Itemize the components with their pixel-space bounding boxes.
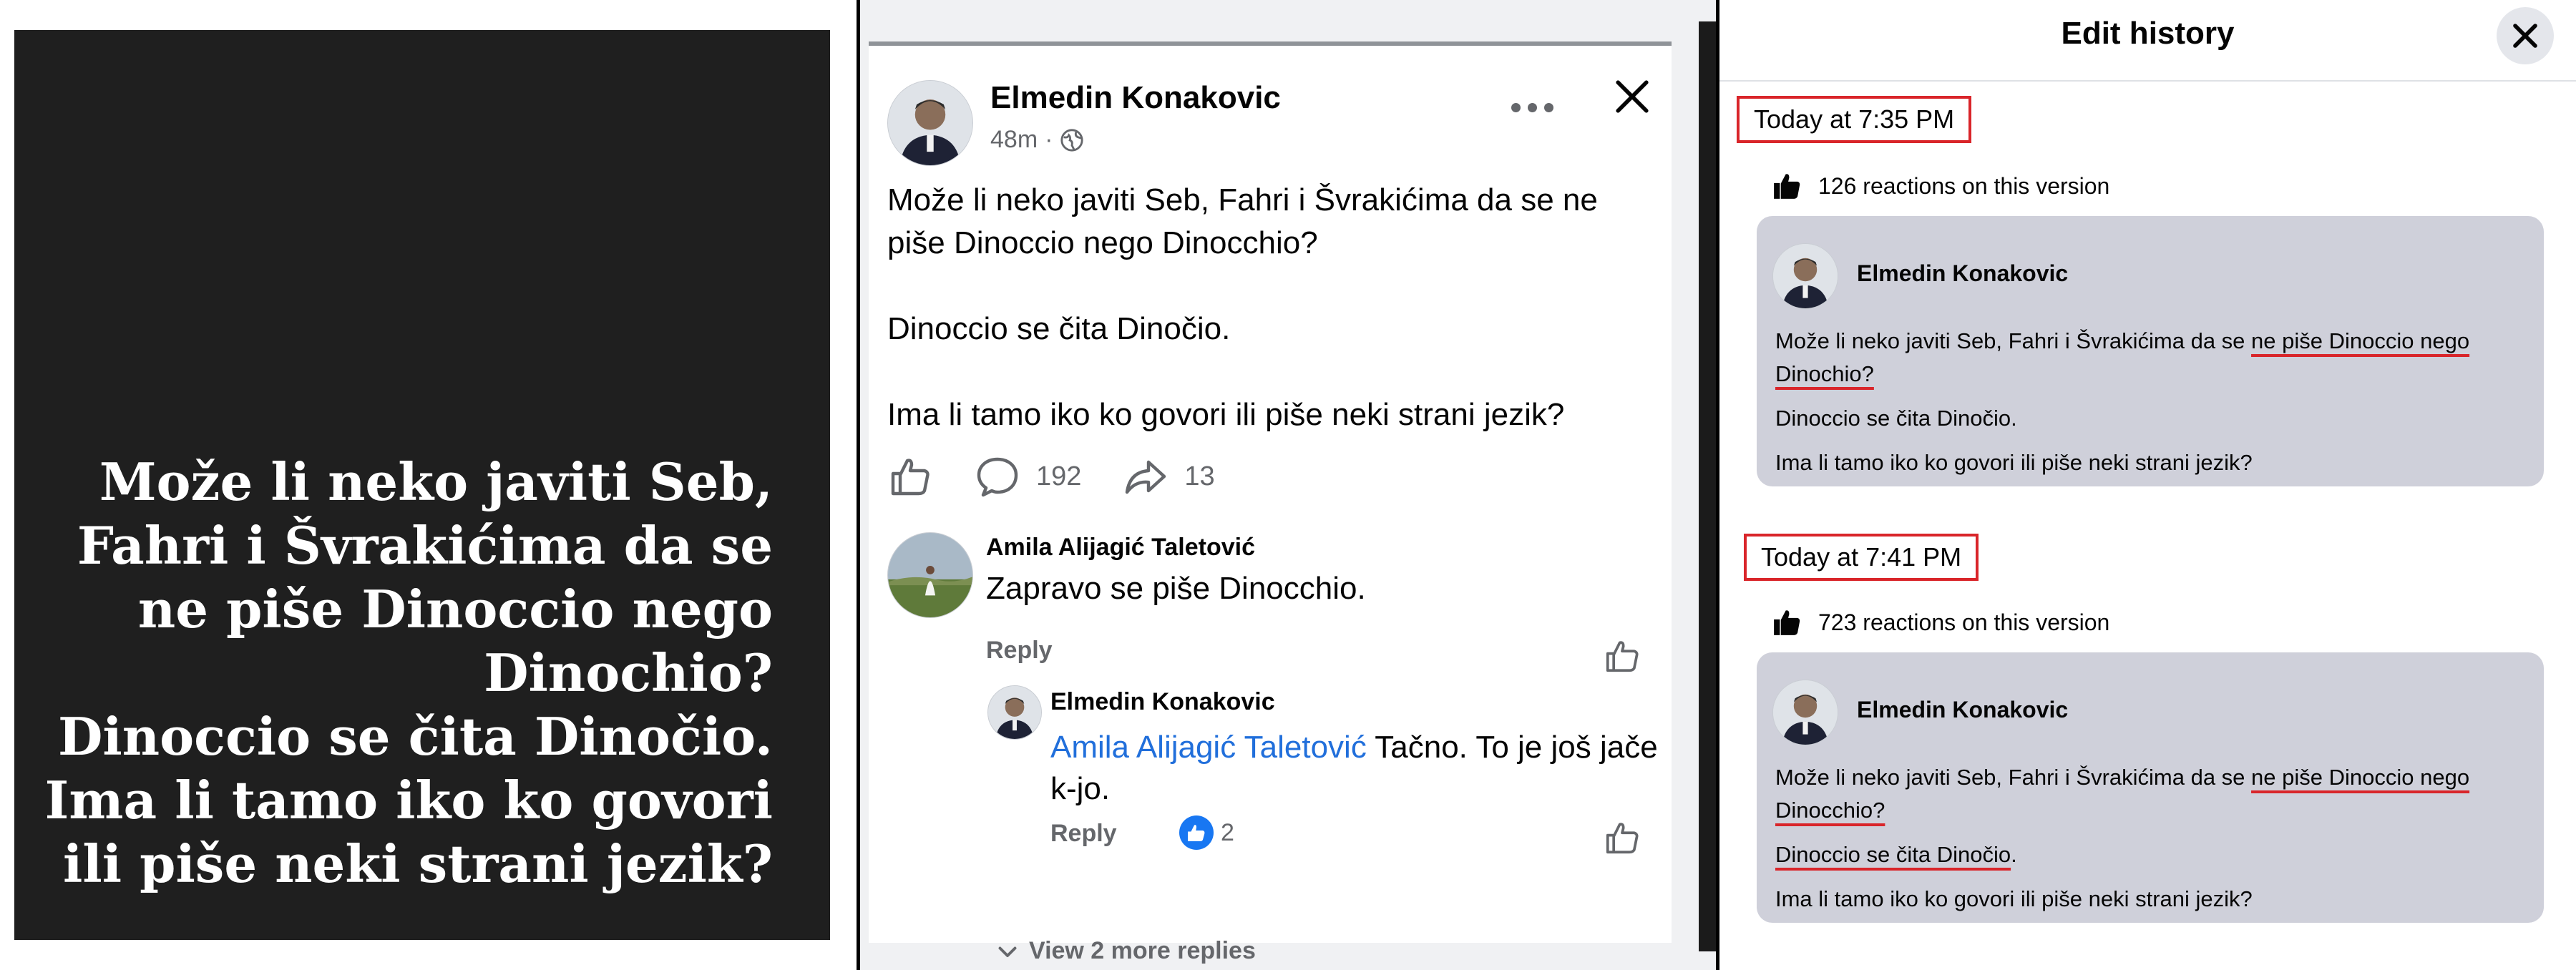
version-text-plain: Dinoccio se čita Dinočio. xyxy=(1775,406,2017,431)
reply-reply-button[interactable]: Reply xyxy=(1050,820,1117,848)
reply-text: Amila Alijagić Taletović Tačno. To je jo… xyxy=(1050,727,1666,810)
version-text-plain: . xyxy=(2011,842,2017,867)
version-author-avatar xyxy=(1772,680,1838,745)
background-strip xyxy=(1699,21,1716,951)
mention-link[interactable]: Amila Alijagić Taletović xyxy=(1050,730,1367,765)
reply-author-avatar[interactable] xyxy=(987,685,1042,740)
more-options-icon[interactable] xyxy=(1511,103,1553,112)
version-text-plain: Ima li tamo iko ko govori ili piše neki … xyxy=(1775,450,2253,475)
reply-like-icon[interactable] xyxy=(1603,818,1641,857)
quote-image-panel: Može li neko javiti Seb, Fahri i Švrakić… xyxy=(0,0,857,970)
post-text-line: Dinoccio se čita Dinočio. xyxy=(887,311,1231,346)
version-text: Može li neko javiti Seb, Fahri i Švrakić… xyxy=(1775,325,2528,479)
chevron-down-icon xyxy=(998,946,1017,957)
edit-history-header: Edit history xyxy=(1719,0,2576,82)
like-button[interactable] xyxy=(887,454,933,499)
quote-line: ili piše neki strani jezik? xyxy=(62,833,773,894)
close-icon[interactable] xyxy=(1609,73,1656,120)
thumbs-up-icon xyxy=(891,459,930,496)
commenter-avatar[interactable] xyxy=(887,532,973,618)
meta-separator: · xyxy=(1045,126,1053,153)
quote-line: ne piše Dinoccio nego xyxy=(137,579,773,640)
version-reactions: 723 reactions on this version xyxy=(1771,607,2109,638)
version-text-change: Dinocchio? xyxy=(1775,798,1885,823)
share-icon xyxy=(1126,460,1166,494)
reactions-label: 723 reactions on this version xyxy=(1818,609,2110,635)
version-author: Elmedin Konakovic xyxy=(1857,260,2069,286)
version-text-change: ne piše Dinoccio nego xyxy=(2251,328,2470,353)
share-count: 13 xyxy=(1184,461,1215,491)
comment-like-icon[interactable] xyxy=(1603,637,1641,675)
view-more-replies-label: View 2 more replies xyxy=(1029,937,1256,964)
reply-author[interactable]: Elmedin Konakovic xyxy=(1050,688,1275,716)
quote-line: Dinoccio se čita Dinočio. xyxy=(57,706,773,767)
quote-line: Fahri i Švrakićima da se xyxy=(77,515,773,576)
globe-icon xyxy=(1060,128,1084,152)
version-text: Može li neko javiti Seb, Fahri i Švrakić… xyxy=(1775,761,2528,916)
share-button[interactable]: 13 xyxy=(1123,454,1215,499)
comment-author[interactable]: Amila Alijagić Taletović xyxy=(986,534,1255,562)
blue-like-icon xyxy=(1179,815,1214,850)
close-icon xyxy=(2513,24,2537,48)
edit-history-panel: Edit history Today at 7:35 PM 126 reacti… xyxy=(1719,0,2576,970)
author-avatar[interactable] xyxy=(887,80,973,166)
post-text-line: Može li neko javiti Seb, Fahri i Švrakić… xyxy=(887,182,1598,217)
close-button[interactable] xyxy=(2497,7,2554,64)
comment-button[interactable]: 192 xyxy=(975,454,1081,499)
version-timestamp: Today at 7:41 PM xyxy=(1744,534,1979,581)
edit-history-title: Edit history xyxy=(2061,16,2235,51)
post-text: Može li neko javiti Seb, Fahri i Švrakić… xyxy=(887,179,1660,436)
version-author-avatar xyxy=(1772,243,1838,309)
quote-line: Može li neko javiti Seb, xyxy=(99,451,773,512)
view-more-replies[interactable]: View 2 more replies xyxy=(995,937,1256,965)
reply-reaction-count: 2 xyxy=(1221,818,1234,846)
quote-card: Može li neko javiti Seb, Fahri i Švrakić… xyxy=(14,30,830,940)
version-text-plain: Može li neko javiti Seb, Fahri i Švrakić… xyxy=(1775,328,2252,353)
post-meta: 48m · xyxy=(990,126,1084,154)
quote-line: Ima li tamo iko ko govori xyxy=(44,770,773,831)
quote-line: Dinochio? xyxy=(484,642,773,703)
thumbs-up-icon xyxy=(1774,174,1800,199)
post-text-line: Ima li tamo iko ko govori ili piše neki … xyxy=(887,397,1565,432)
thumbs-up-icon xyxy=(1774,610,1800,635)
post-card: Elmedin Konakovic 48m · Može li neko jav… xyxy=(869,41,1672,964)
version-text-change: ne piše Dinoccio nego xyxy=(2251,765,2470,790)
version-text-change: Dinochio? xyxy=(1775,361,1874,386)
version-card: Elmedin Konakovic Može li neko javiti Se… xyxy=(1757,652,2544,923)
comment-reply-button[interactable]: Reply xyxy=(986,637,1053,665)
post-time[interactable]: 48m xyxy=(990,126,1038,154)
version-text-plain: Ima li tamo iko ko govori ili piše neki … xyxy=(1775,886,2253,911)
comment-count: 192 xyxy=(1036,461,1082,491)
version-text-change: Dinoccio se čita Dinočio xyxy=(1775,842,2011,867)
version-text-plain: Može li neko javiti Seb, Fahri i Švrakić… xyxy=(1775,765,2252,790)
reply-reactions[interactable]: 2 xyxy=(1179,815,1234,850)
facebook-post-panel: Elmedin Konakovic 48m · Može li neko jav… xyxy=(860,0,1716,970)
comment-icon xyxy=(977,457,1018,497)
version-timestamp: Today at 7:35 PM xyxy=(1737,96,1972,143)
post-text-line: piše Dinoccio nego Dinocchio? xyxy=(887,225,1318,260)
post-actions-bar: 192 13 xyxy=(887,454,1215,499)
version-author: Elmedin Konakovic xyxy=(1857,697,2069,722)
comment-text: Zapravo se piše Dinocchio. xyxy=(986,571,1366,606)
post-author-name[interactable]: Elmedin Konakovic xyxy=(990,80,1281,116)
version-card: Elmedin Konakovic Može li neko javiti Se… xyxy=(1757,216,2544,486)
version-reactions: 126 reactions on this version xyxy=(1771,170,2109,202)
reactions-label: 126 reactions on this version xyxy=(1818,172,2110,199)
